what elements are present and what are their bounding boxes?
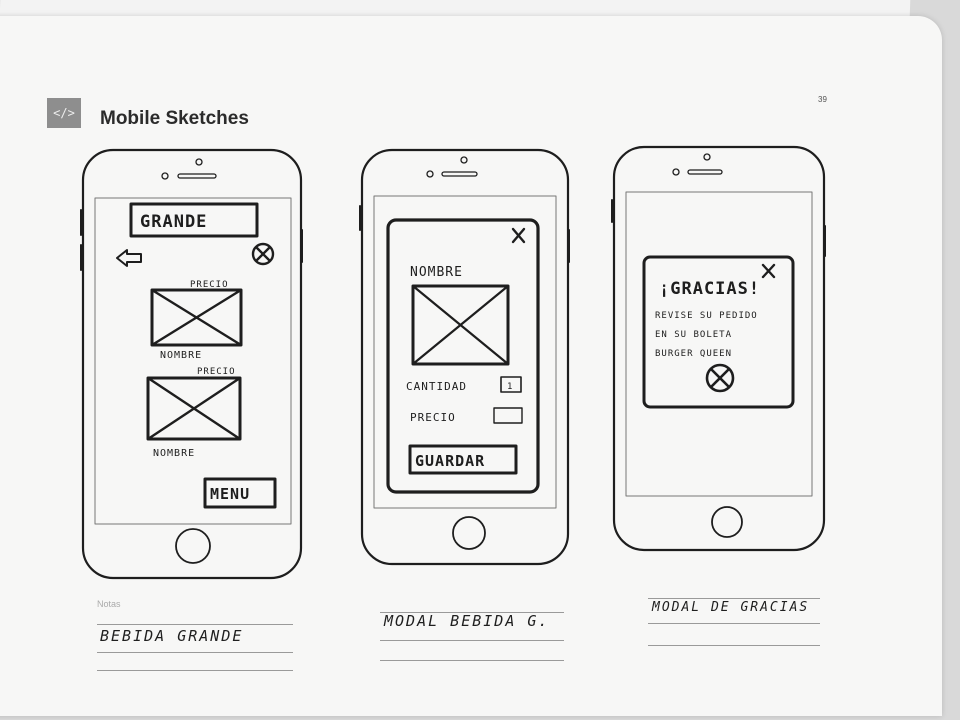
guardar-label: GUARDAR [415,452,485,470]
image-placeholder-icon [150,288,243,347]
grande-label: GRANDE [140,212,207,232]
modal-name-label: NOMBRE [410,265,463,280]
note-line [97,624,293,625]
caption-modal-gracias: MODAL DE GRACIAS [652,600,810,615]
message-line-1: REVISE SU PEDIDO [655,311,758,321]
message-line-2: EN SU BOLETA [655,330,732,340]
back-arrow-icon[interactable] [116,249,142,267]
price-label: PRECIO [197,367,236,377]
photo-page: </> Mobile Sketches 39 GRANDE PRECIO NOM… [0,0,960,720]
modal-price-label: PRECIO [410,411,456,424]
caption-bebida-grande: BEBIDA GRANDE [100,627,244,645]
image-placeholder-icon [411,284,510,366]
gracias-title: ¡GRACIAS! [659,279,760,299]
note-line [648,598,820,599]
close-circle-icon[interactable] [251,242,275,266]
caption-modal-bebida: MODAL BEBIDA G. [384,612,550,630]
note-line [97,652,293,653]
name-label: NOMBRE [153,448,195,459]
image-placeholder-icon [146,376,242,441]
note-line [97,670,293,671]
name-label: NOMBRE [160,350,202,361]
note-line [648,645,820,646]
note-line [648,623,820,624]
menu-label: MENU [210,485,250,503]
price-label: PRECIO [190,280,229,290]
close-icon[interactable] [511,227,526,244]
quantity-value: 1 [507,382,513,392]
price-field[interactable] [493,407,523,424]
message-line-3: BURGER QUEEN [655,349,732,359]
note-line [380,660,564,661]
close-icon[interactable] [761,263,776,279]
notes-label: Notas [97,599,121,609]
close-circle-icon[interactable] [705,363,735,393]
quantity-label: CANTIDAD [406,380,467,393]
note-line [380,640,564,641]
